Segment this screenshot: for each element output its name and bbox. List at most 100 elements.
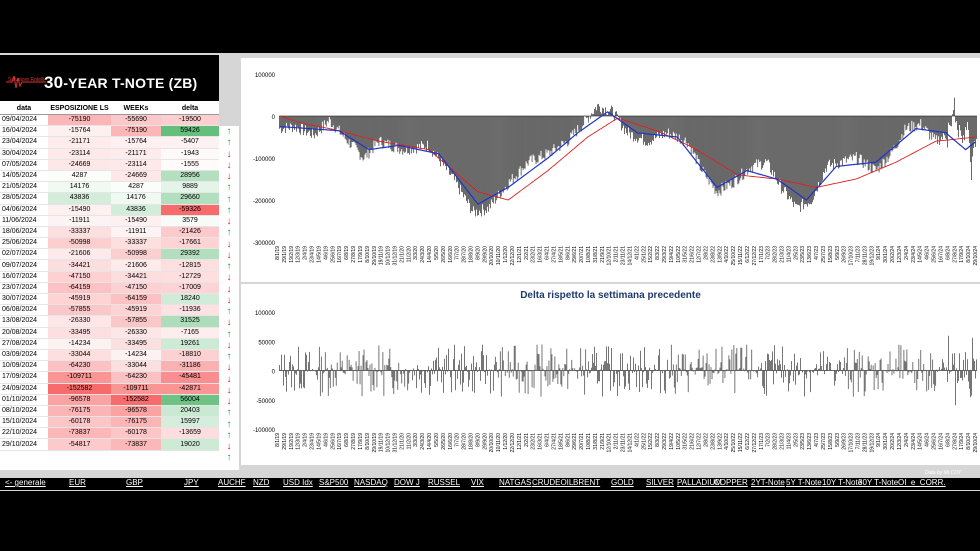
bar: [393, 370, 395, 395]
bar: [378, 345, 380, 371]
nav-link[interactable]: 5Y T-Note: [786, 478, 822, 487]
bar: [313, 116, 315, 139]
table-row: 22/10/2024 -73837 -60178 -13659: [0, 427, 219, 440]
bar: [496, 370, 498, 373]
x-tick-label: 4/1/22: [634, 246, 640, 260]
header-exposure: ESPOSIZIONE LS: [48, 102, 111, 115]
nav-link[interactable]: NZD: [253, 478, 269, 487]
bar: [818, 116, 819, 182]
x-tick-label: 28/7/20: [462, 433, 468, 450]
bar: [970, 370, 971, 398]
nav-link[interactable]: <- generale: [5, 478, 46, 487]
bar: [675, 116, 677, 134]
bar: [419, 370, 420, 380]
bar: [935, 370, 937, 386]
nav-link[interactable]: GOLD: [611, 478, 634, 487]
bar: [879, 116, 881, 164]
nav-link[interactable]: OI_e_CORR.: [898, 478, 946, 487]
bar: [434, 116, 435, 155]
bar: [524, 370, 526, 394]
x-tick-label: 12/3/19: [296, 246, 302, 263]
weeks-cell: -15490: [111, 215, 161, 227]
bar: [913, 116, 915, 123]
bar: [336, 116, 338, 127]
nav-link[interactable]: COPPER: [714, 478, 748, 487]
bar: [713, 116, 715, 186]
nav-link[interactable]: CRUDEOIL: [532, 478, 573, 487]
bar: [289, 116, 290, 130]
nav-link[interactable]: JPY: [184, 478, 199, 487]
bar: [540, 116, 542, 151]
bar: [685, 370, 687, 373]
x-tick-label: 6/8/19: [344, 433, 350, 447]
nav-link[interactable]: 30Y T-Note: [858, 478, 898, 487]
bar: [317, 367, 319, 371]
nav-link[interactable]: 2YT-Note: [751, 478, 785, 487]
bar: [911, 116, 913, 121]
date-cell: 16/04/2024: [0, 125, 48, 138]
nav-link[interactable]: DOW J: [394, 478, 420, 487]
bar: [765, 361, 767, 371]
bar: [769, 116, 771, 163]
bar: [903, 349, 905, 371]
bar: [522, 370, 524, 382]
exposure-cell: -54817: [48, 438, 111, 451]
bar: [744, 116, 746, 176]
nav-link[interactable]: S&P500: [319, 478, 348, 487]
bar: [880, 358, 882, 371]
bar: [749, 116, 751, 169]
bar: [442, 366, 443, 371]
bar: [916, 370, 918, 391]
bar: [637, 370, 638, 372]
bar: [887, 364, 889, 371]
bar: [450, 370, 451, 378]
bar: [618, 116, 619, 118]
nav-link[interactable]: BRENT: [573, 478, 600, 487]
bar: [904, 360, 906, 371]
x-tick-label: 23/4/24: [911, 246, 917, 263]
bar: [330, 116, 332, 128]
bar: [550, 116, 552, 151]
nav-link[interactable]: NATGAS: [499, 478, 531, 487]
bar: [776, 370, 777, 374]
bar: [722, 370, 724, 384]
bar: [683, 116, 685, 141]
header-delta: delta: [161, 102, 219, 115]
bar: [384, 116, 386, 141]
bar: [776, 116, 777, 181]
nav-link[interactable]: 10Y T-Note: [822, 478, 862, 487]
bar: [467, 370, 468, 372]
bar: [724, 370, 726, 379]
x-tick-label: 4/7/23: [814, 433, 820, 447]
bar: [927, 116, 929, 129]
bar: [886, 116, 888, 157]
bar: [915, 116, 917, 127]
nav-link[interactable]: GBP: [126, 478, 143, 487]
bar: [537, 116, 539, 163]
bar: [894, 369, 896, 371]
bar: [329, 116, 331, 120]
nav-link[interactable]: VIX: [471, 478, 484, 487]
bar: [878, 116, 880, 173]
bar: [942, 116, 944, 140]
bar: [528, 116, 530, 161]
nav-link[interactable]: EUR: [69, 478, 86, 487]
exposure-cell: -76175: [48, 405, 111, 418]
arrow-down-icon: ↓: [226, 159, 232, 171]
bar: [666, 116, 668, 134]
nav-link[interactable]: USD Idx: [283, 478, 313, 487]
nav-link[interactable]: RUSSEL: [428, 478, 460, 487]
nav-link[interactable]: AUCHF: [218, 478, 246, 487]
x-tick-label: 28/2/23: [773, 433, 779, 450]
bar: [470, 116, 471, 214]
bar: [465, 116, 466, 196]
nav-link[interactable]: SILVER: [646, 478, 674, 487]
bar: [399, 116, 401, 154]
bar: [748, 116, 750, 173]
bar: [897, 367, 899, 371]
bar: [345, 116, 347, 140]
bar: [363, 349, 365, 371]
bar: [825, 116, 826, 169]
nav-link[interactable]: NASDAQ: [354, 478, 388, 487]
bar: [583, 370, 585, 376]
